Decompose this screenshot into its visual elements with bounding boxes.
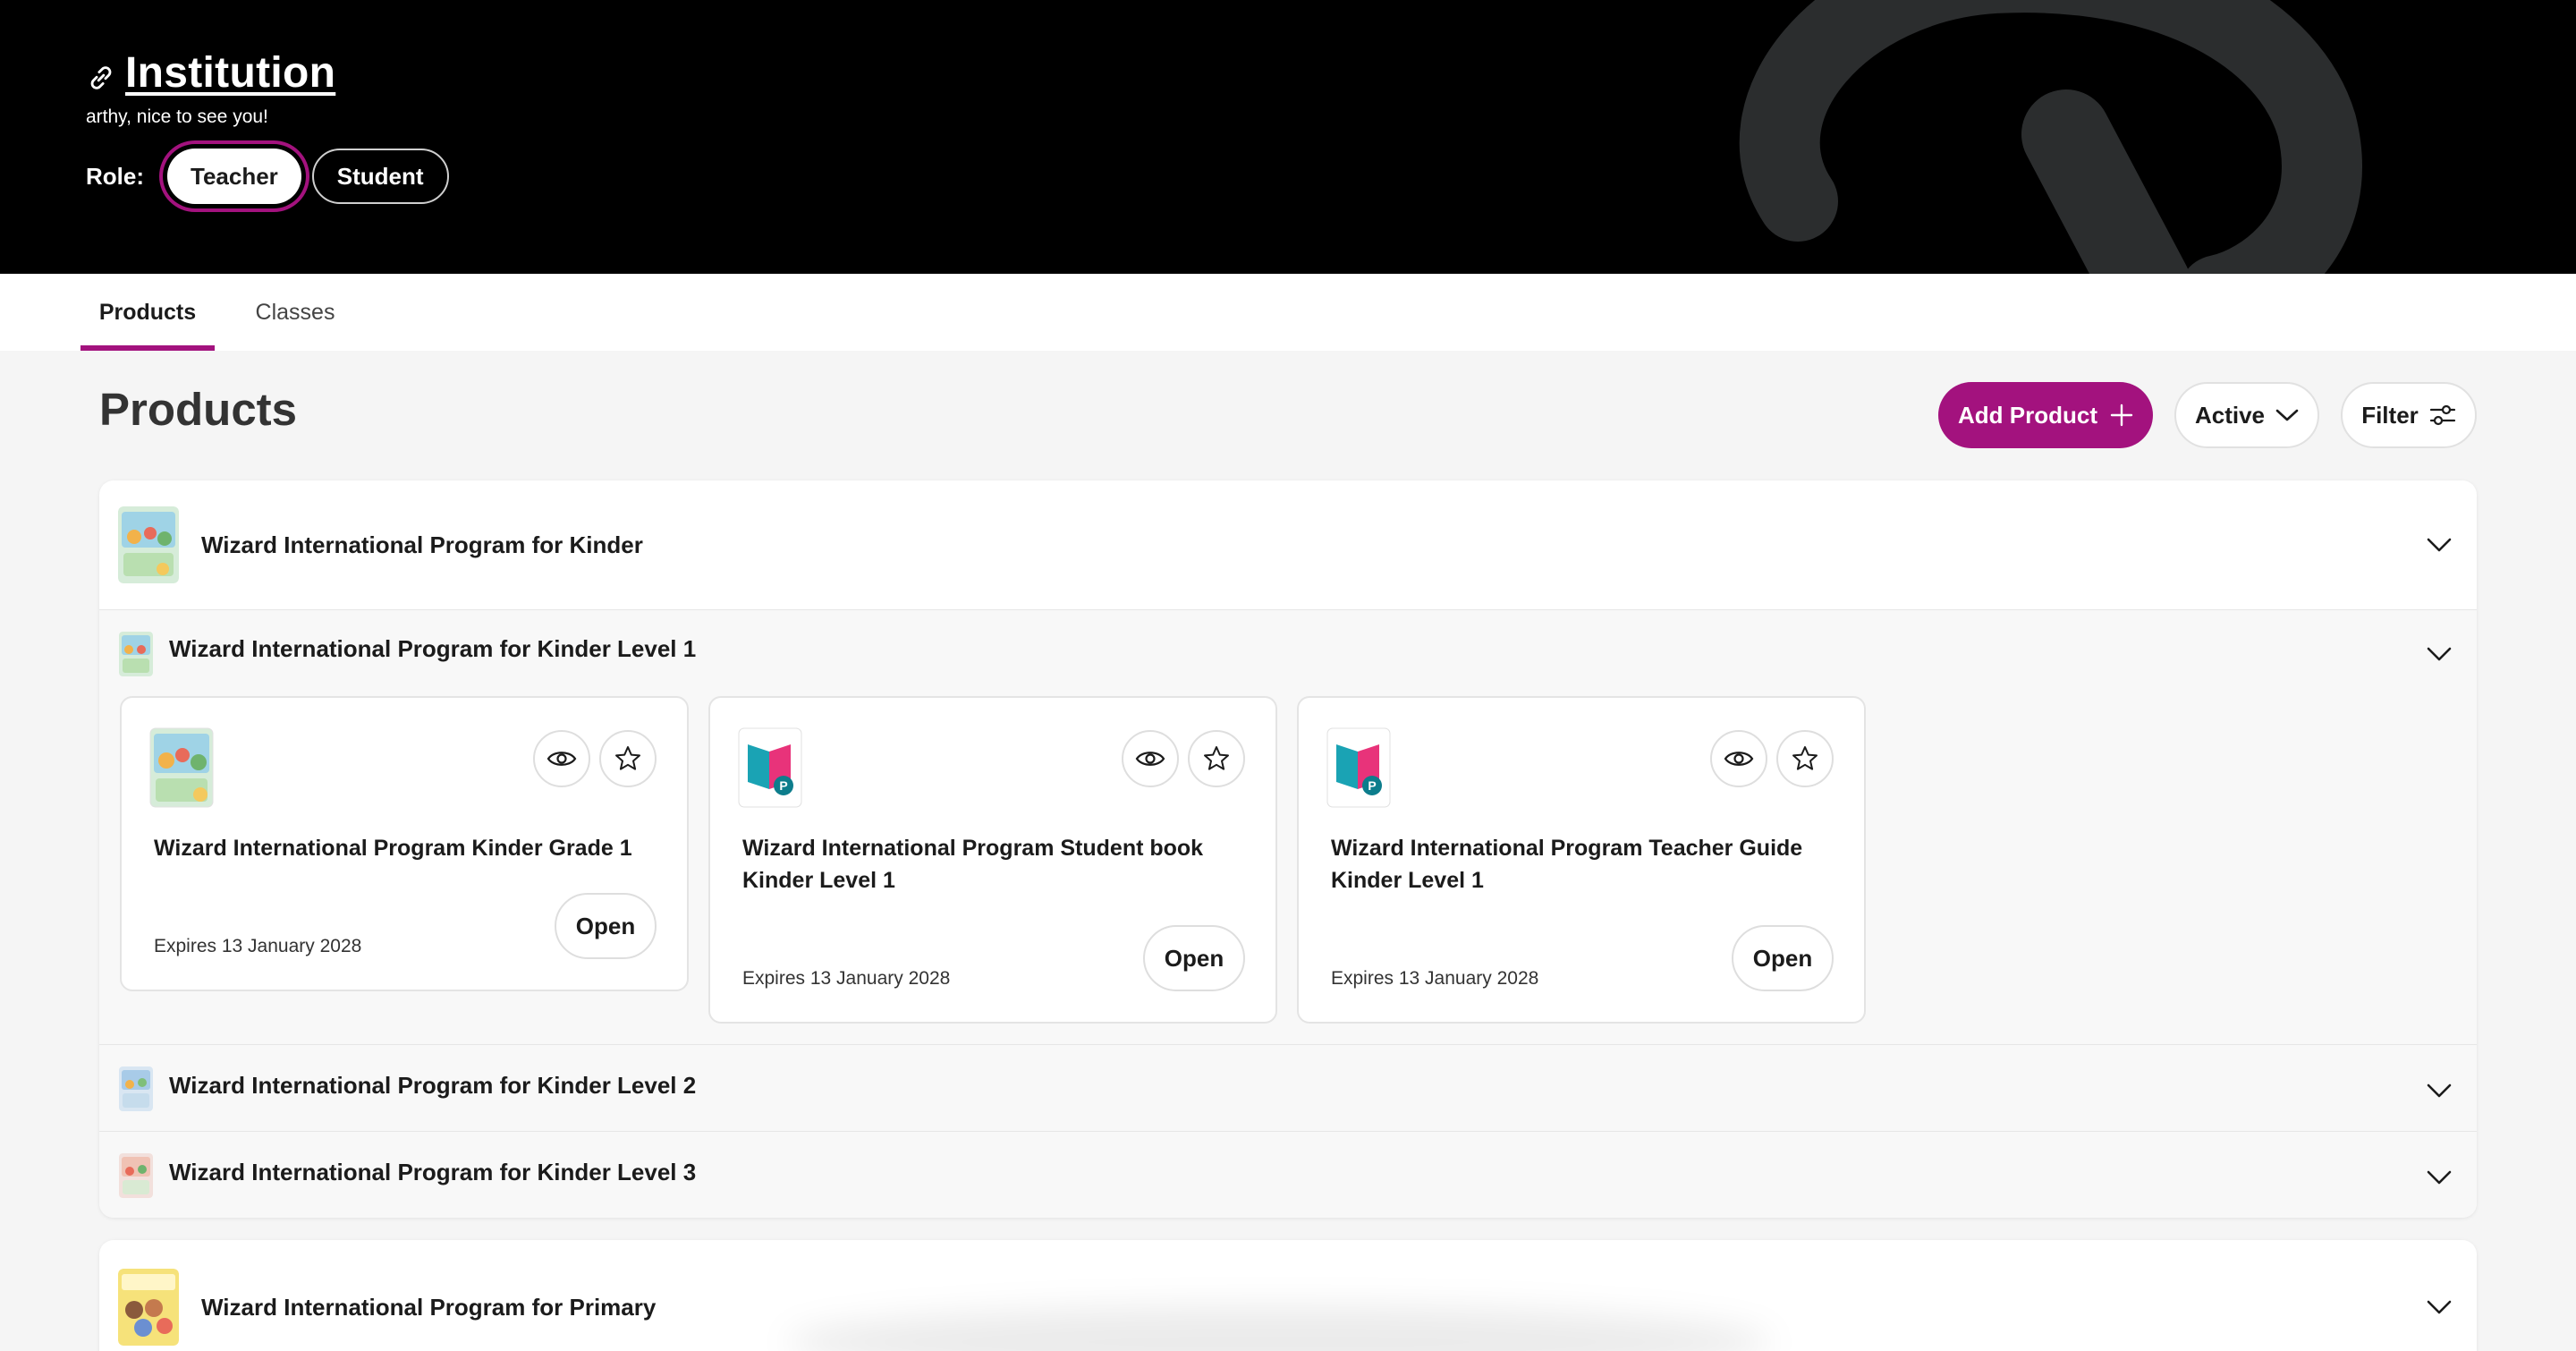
institution-title[interactable]: Institution — [125, 48, 335, 98]
level-title: Wizard International Program for Kinder … — [169, 635, 697, 662]
status-filter-dropdown[interactable]: Active — [2174, 382, 2319, 448]
kinder-cover-thumbnail — [118, 506, 179, 583]
level-1-thumbnail — [119, 632, 153, 676]
add-product-button[interactable]: Add Product — [1938, 382, 2153, 448]
chevron-down-icon[interactable] — [2427, 646, 2452, 662]
institution-title-link[interactable]: Institution — [86, 48, 335, 98]
page-title: Products — [99, 384, 298, 435]
product-cover-thumbnail — [149, 727, 214, 808]
product-card: Wizard International Program Kinder Grad… — [120, 696, 689, 991]
plus-icon — [2110, 404, 2133, 427]
pearson-book-thumbnail: P — [738, 727, 802, 808]
primary-cover-thumbnail — [118, 1269, 179, 1346]
chevron-down-icon[interactable] — [2427, 537, 2452, 553]
preview-button[interactable] — [1122, 730, 1179, 787]
add-product-label: Add Product — [1958, 401, 2097, 429]
status-filter-label: Active — [2194, 401, 2266, 429]
group-title: Wizard International Program for Kinder — [201, 531, 643, 558]
level-2-thumbnail — [119, 1066, 153, 1111]
group-title: Wizard International Program for Primary — [201, 1293, 657, 1321]
svg-text:P: P — [1368, 778, 1376, 793]
level-3-thumbnail — [119, 1153, 153, 1198]
product-group-header[interactable]: Wizard International Program for Kinder — [99, 480, 2477, 609]
tab-classes[interactable]: Classes — [234, 274, 356, 351]
chevron-down-icon — [2275, 409, 2299, 421]
link-icon — [90, 65, 112, 89]
star-icon — [1792, 746, 1818, 770]
filter-button[interactable]: Filter — [2341, 382, 2477, 448]
tab-products[interactable]: Products — [80, 274, 215, 351]
star-icon — [615, 746, 640, 770]
open-button[interactable]: Open — [1732, 925, 1834, 991]
level-title: Wizard International Program for Kinder … — [169, 1159, 697, 1185]
pearson-book-thumbnail: P — [1326, 727, 1391, 808]
brand-logo-decoration — [1739, 0, 2362, 274]
favorite-button[interactable] — [599, 730, 657, 787]
filter-label: Filter — [2361, 401, 2419, 429]
institution-header: Institution arthy, nice to see you! Role… — [0, 0, 2576, 274]
chevron-down-icon[interactable] — [2427, 1169, 2452, 1185]
product-group-kinder: Wizard International Program for Kinder … — [99, 480, 2477, 1218]
level-title: Wizard International Program for Kinder … — [169, 1072, 697, 1099]
expiry-date: Expires 13 January 2028 — [742, 968, 951, 989]
role-student-button[interactable]: Student — [311, 149, 449, 204]
chevron-down-icon[interactable] — [2427, 1299, 2452, 1315]
product-title: Wizard International Program Teacher Gui… — [1331, 836, 1803, 893]
svg-text:P: P — [779, 778, 787, 793]
eye-icon — [547, 752, 577, 766]
greeting-text: arthy, nice to see you! — [86, 106, 268, 127]
expiry-date: Expires 13 January 2028 — [1331, 968, 1539, 989]
product-card: P Wizard International Program Student b… — [708, 696, 1277, 1024]
product-card: P Wizard International Program Teacher G… — [1297, 696, 1866, 1024]
sliders-icon — [2429, 404, 2455, 426]
product-title: Wizard International Program Student boo… — [742, 836, 1204, 893]
level-section-kinder-3[interactable]: Wizard International Program for Kinder … — [99, 1131, 2477, 1218]
level-section-kinder-2[interactable]: Wizard International Program for Kinder … — [99, 1044, 2477, 1131]
favorite-button[interactable] — [1188, 730, 1245, 787]
star-icon — [1204, 746, 1229, 770]
expiry-date: Expires 13 January 2028 — [154, 936, 362, 956]
product-title: Wizard International Program Kinder Grad… — [154, 836, 632, 861]
chevron-down-icon[interactable] — [2427, 1083, 2452, 1099]
open-button[interactable]: Open — [1143, 925, 1245, 991]
eye-icon — [1135, 752, 1165, 766]
role-teacher-button[interactable]: Teacher — [167, 149, 301, 204]
level-header[interactable]: Wizard International Program for Kinder … — [99, 610, 2477, 696]
preview-button[interactable] — [1710, 730, 1767, 787]
open-button[interactable]: Open — [555, 893, 657, 959]
preview-button[interactable] — [533, 730, 590, 787]
favorite-button[interactable] — [1776, 730, 1834, 787]
tab-bar: Products Classes — [0, 274, 2576, 351]
eye-icon — [1724, 752, 1754, 766]
role-label: Role: — [86, 162, 144, 190]
role-switcher: Role: Teacher Student — [86, 149, 449, 204]
